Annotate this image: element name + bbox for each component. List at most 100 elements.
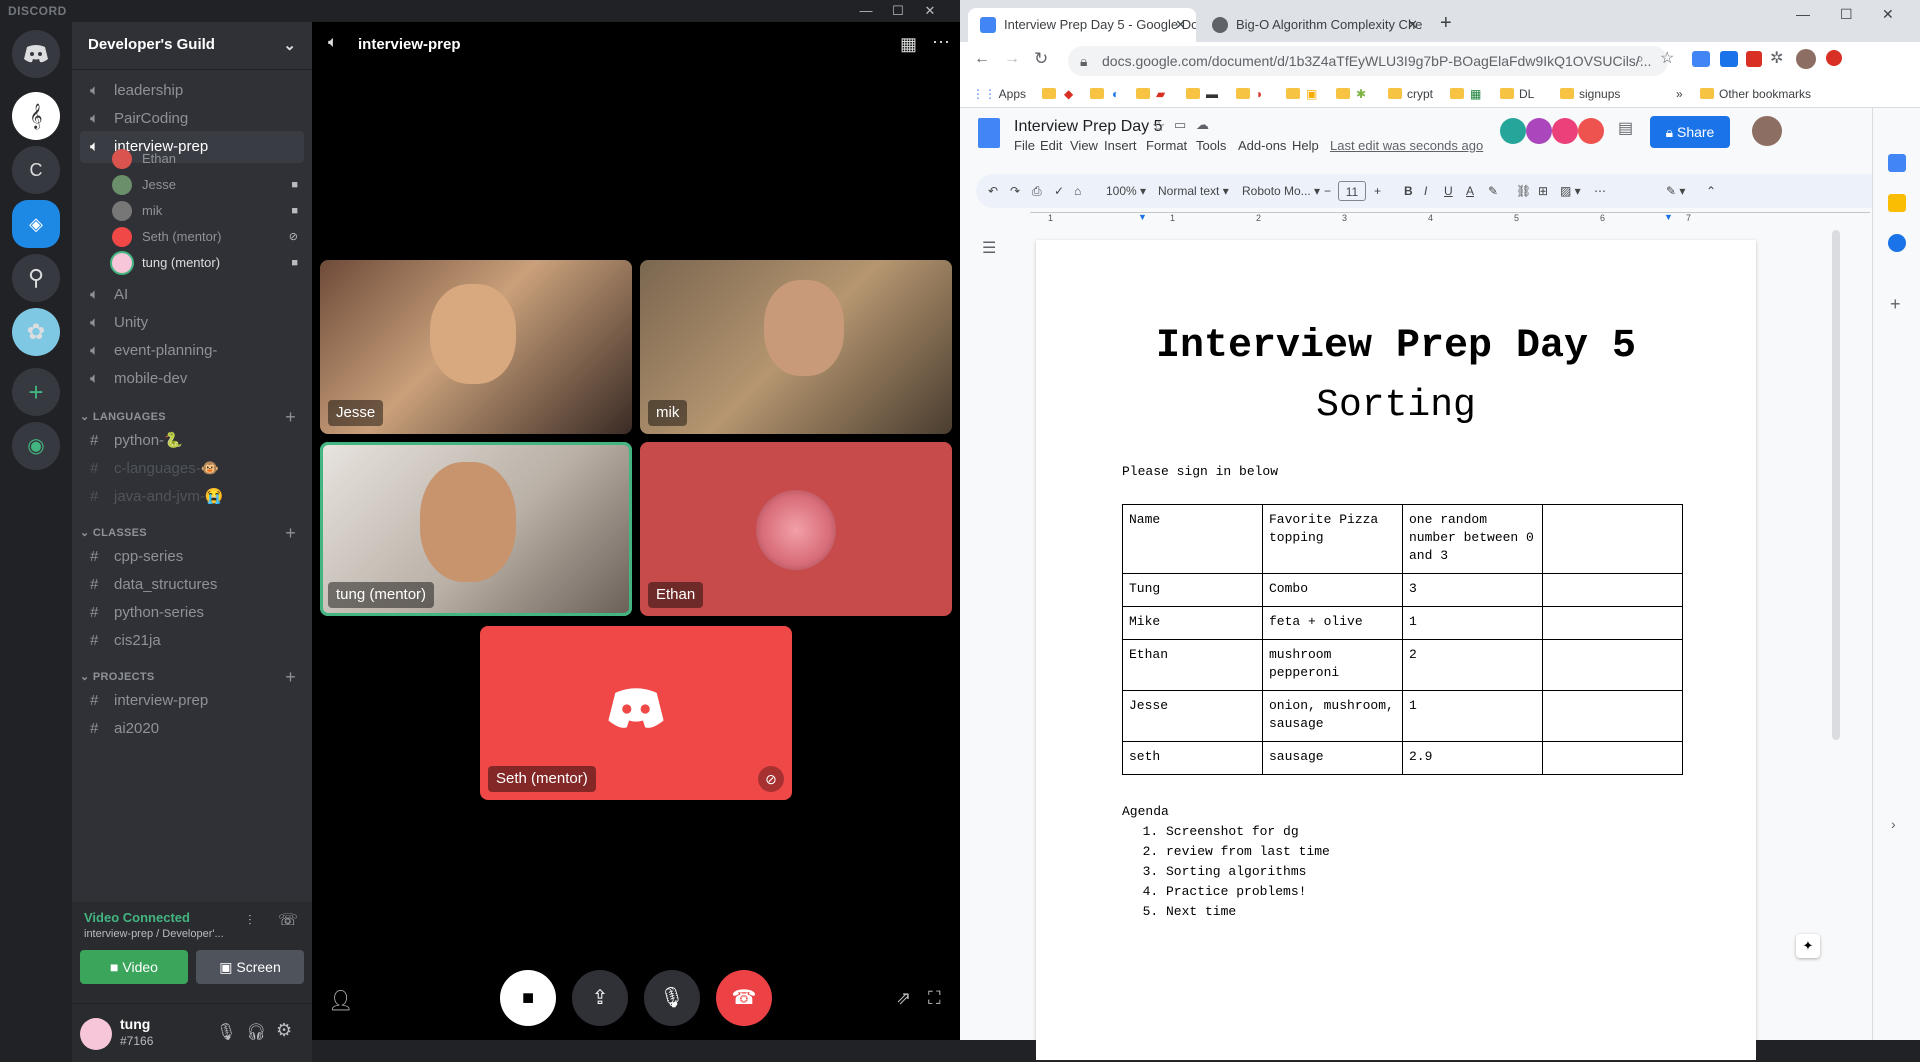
list-item[interactable]: review from last time — [1166, 842, 1330, 862]
guitar-server-icon[interactable]: ⚲ — [12, 254, 60, 302]
noise-suppression-icon[interactable]: ⫶ — [248, 912, 252, 929]
table-cell[interactable]: sausage — [1262, 741, 1403, 775]
redo-icon[interactable]: ↷ — [1010, 174, 1020, 208]
move-folder-icon[interactable]: ▭ — [1174, 117, 1186, 133]
close-tab-icon[interactable]: ✕ — [1407, 8, 1418, 42]
other-bookmarks[interactable]: Other bookmarks — [1700, 86, 1811, 102]
bookmark-icon[interactable]: ▰ — [1156, 86, 1165, 102]
extension-icon[interactable] — [1692, 51, 1710, 67]
bookmark-icon[interactable]: ◗ — [1256, 86, 1263, 102]
bookmark-folder[interactable] — [1186, 86, 1205, 102]
bookmark-folder[interactable] — [1286, 86, 1305, 102]
tasks-icon[interactable] — [1888, 234, 1906, 252]
settings-gear-icon[interactable]: ⚙ — [276, 1020, 292, 1041]
bookmark-signups[interactable]: signups — [1560, 86, 1620, 102]
bookmark-icon[interactable]: ◐ — [1112, 86, 1119, 102]
zoom-select[interactable]: 100% ▾ — [1106, 174, 1146, 208]
list-item[interactable]: Sorting algorithms — [1166, 862, 1330, 882]
style-select[interactable]: Normal text ▾ — [1158, 174, 1229, 208]
list-item[interactable]: Practice problems! — [1166, 882, 1330, 902]
voice-connected-subtitle[interactable]: interview-prep / Developer'... — [84, 928, 234, 940]
profile-avatar[interactable] — [1796, 49, 1816, 69]
guild-header[interactable]: Developer's Guild ⌄ — [72, 22, 312, 70]
collaborator-avatar[interactable] — [1552, 118, 1578, 144]
address-bar[interactable]: 🔒︎ docs.google.com/document/d/1b3Z4aTfEy… — [1068, 46, 1668, 76]
table-cell[interactable]: onion, mushroom, sausage — [1262, 690, 1403, 742]
minimize-button[interactable]: — — [1796, 6, 1810, 22]
fullscreen-icon[interactable]: ⛶ — [928, 988, 941, 1009]
vertical-scrollbar[interactable] — [1832, 230, 1840, 740]
tab-interview-prep[interactable]: Interview Prep Day 5 - Google Docs ✕ — [968, 8, 1196, 42]
last-edit-link[interactable]: Last edit was seconds ago — [1330, 138, 1483, 153]
list-item[interactable]: Next time — [1166, 902, 1330, 922]
comment-icon[interactable]: ⊞ — [1538, 174, 1548, 208]
disconnect-icon[interactable]: ☏ — [278, 910, 298, 930]
bookmark-icon[interactable]: ▬ — [1206, 86, 1218, 102]
voice-user-jesse[interactable]: Jesse ■ — [112, 171, 304, 199]
screen-button[interactable]: ▣ Screen — [196, 950, 304, 984]
menu-view[interactable]: View — [1070, 138, 1098, 153]
table-cell[interactable] — [1542, 639, 1683, 691]
table-cell[interactable] — [1542, 573, 1683, 607]
layout-grid-icon[interactable]: ▦ — [900, 34, 917, 55]
font-select[interactable]: Roboto Mo... ▾ — [1242, 174, 1320, 208]
table-cell[interactable]: Tung — [1122, 573, 1263, 607]
table-cell[interactable] — [1542, 690, 1683, 742]
bookmark-icon[interactable]: ▦ — [1470, 86, 1481, 102]
keep-icon[interactable] — [1888, 194, 1906, 212]
channel-ai2020[interactable]: # ai2020 — [80, 713, 304, 737]
voice-user-tung[interactable]: tung (mentor) ■ — [112, 249, 304, 277]
avatar[interactable] — [80, 1018, 112, 1050]
account-avatar[interactable] — [1752, 116, 1782, 146]
font-size-input[interactable]: 11 — [1338, 181, 1366, 201]
update-icon[interactable] — [1826, 50, 1842, 66]
outline-icon[interactable]: ☰ — [982, 238, 996, 258]
add-addon-icon[interactable]: + — [1890, 294, 1901, 315]
close-button[interactable]: ✕ — [916, 0, 944, 22]
table-cell[interactable]: Jesse — [1122, 690, 1263, 742]
video-tile-ethan[interactable]: Ethan — [640, 442, 952, 616]
voice-user-mik[interactable]: mik ■ — [112, 197, 304, 225]
left-indent-marker[interactable]: ▼ — [1138, 212, 1147, 222]
star-icon[interactable]: ☆ — [1152, 117, 1165, 135]
comments-icon[interactable]: ▤ — [1618, 118, 1633, 138]
highlight-icon[interactable]: ✎ — [1488, 174, 1498, 208]
video-tile-jesse[interactable]: Jesse — [320, 260, 632, 434]
table-header-cell[interactable] — [1542, 504, 1683, 574]
table-cell[interactable]: Combo — [1262, 573, 1403, 607]
table-cell[interactable]: mushroom pepperoni — [1262, 639, 1403, 691]
calendar-icon[interactable] — [1888, 154, 1906, 172]
leave-call-button[interactable]: ☎ — [716, 970, 772, 1026]
screen-share-button[interactable]: ⇪ — [572, 970, 628, 1026]
forward-icon[interactable]: → — [1004, 50, 1020, 68]
decrease-font-size-button[interactable]: − — [1324, 174, 1331, 208]
microphone-button[interactable]: 🎙︎ — [644, 970, 700, 1026]
table-header-cell[interactable]: Favorite Pizza topping — [1262, 504, 1403, 574]
collaborator-avatar[interactable] — [1526, 118, 1552, 144]
apps-bookmark[interactable]: ⋮⋮ Apps — [972, 86, 1026, 102]
menu-help[interactable]: Help — [1292, 138, 1319, 153]
bookmark-icon[interactable]: ✱ — [1356, 86, 1366, 102]
table-cell[interactable] — [1542, 606, 1683, 640]
text-color-icon[interactable]: A — [1466, 174, 1474, 208]
italic-icon[interactable]: I — [1424, 174, 1427, 208]
bookmark-folder[interactable] — [1090, 86, 1109, 102]
voice-user-ethan[interactable]: Ethan — [112, 145, 304, 173]
explore-icon[interactable]: ✦ — [1796, 934, 1820, 958]
channel-java-and-jvm[interactable]: # java-and-jvm-😭 — [80, 481, 304, 513]
menu-tools[interactable]: Tools — [1196, 138, 1226, 153]
bookmarks-overflow-button[interactable]: » — [1676, 86, 1683, 102]
bold-icon[interactable]: B — [1404, 174, 1413, 208]
more-icon[interactable]: ⋯ — [1594, 174, 1606, 208]
link-icon[interactable]: ⛓ — [1516, 174, 1531, 208]
explore-servers-icon[interactable]: ◉ — [12, 422, 60, 470]
pop-out-icon[interactable]: ⇗ — [896, 988, 911, 1009]
document-page[interactable]: Interview Prep Day 5 Sorting Please sign… — [1036, 240, 1756, 1060]
microphone-icon[interactable]: 🎙︎ — [216, 1022, 236, 1042]
menu-edit[interactable]: Edit — [1040, 138, 1062, 153]
bookmark-crypt[interactable]: crypt — [1388, 86, 1433, 102]
table-cell[interactable]: 3 — [1402, 573, 1543, 607]
invite-user-icon[interactable]: 👤︎ — [328, 988, 353, 1013]
bookmark-star-icon[interactable]: ☆ — [1660, 48, 1674, 68]
table-cell[interactable]: 2 — [1402, 639, 1543, 691]
